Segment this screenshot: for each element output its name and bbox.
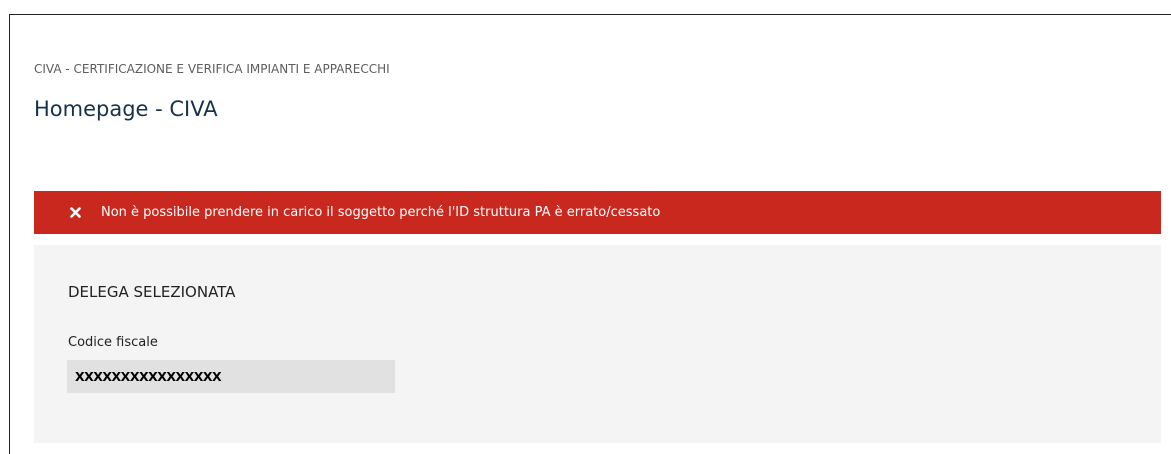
page-title: Homepage - CIVA bbox=[34, 97, 218, 121]
error-alert: Non è possibile prendere in carico il so… bbox=[34, 191, 1161, 234]
alert-message: Non è possibile prendere in carico il so… bbox=[101, 205, 661, 220]
close-icon[interactable] bbox=[67, 205, 83, 221]
delega-panel: DELEGA SELEZIONATA Codice fiscale XXXXXX… bbox=[34, 245, 1161, 443]
breadcrumb: CIVA - CERTIFICAZIONE E VERIFICA IMPIANT… bbox=[34, 62, 390, 76]
codice-fiscale-field: XXXXXXXXXXXXXXXX bbox=[67, 360, 395, 393]
panel-title: DELEGA SELEZIONATA bbox=[68, 283, 236, 301]
codice-fiscale-label: Codice fiscale bbox=[68, 335, 158, 350]
page-frame: CIVA - CERTIFICAZIONE E VERIFICA IMPIANT… bbox=[9, 14, 1171, 454]
